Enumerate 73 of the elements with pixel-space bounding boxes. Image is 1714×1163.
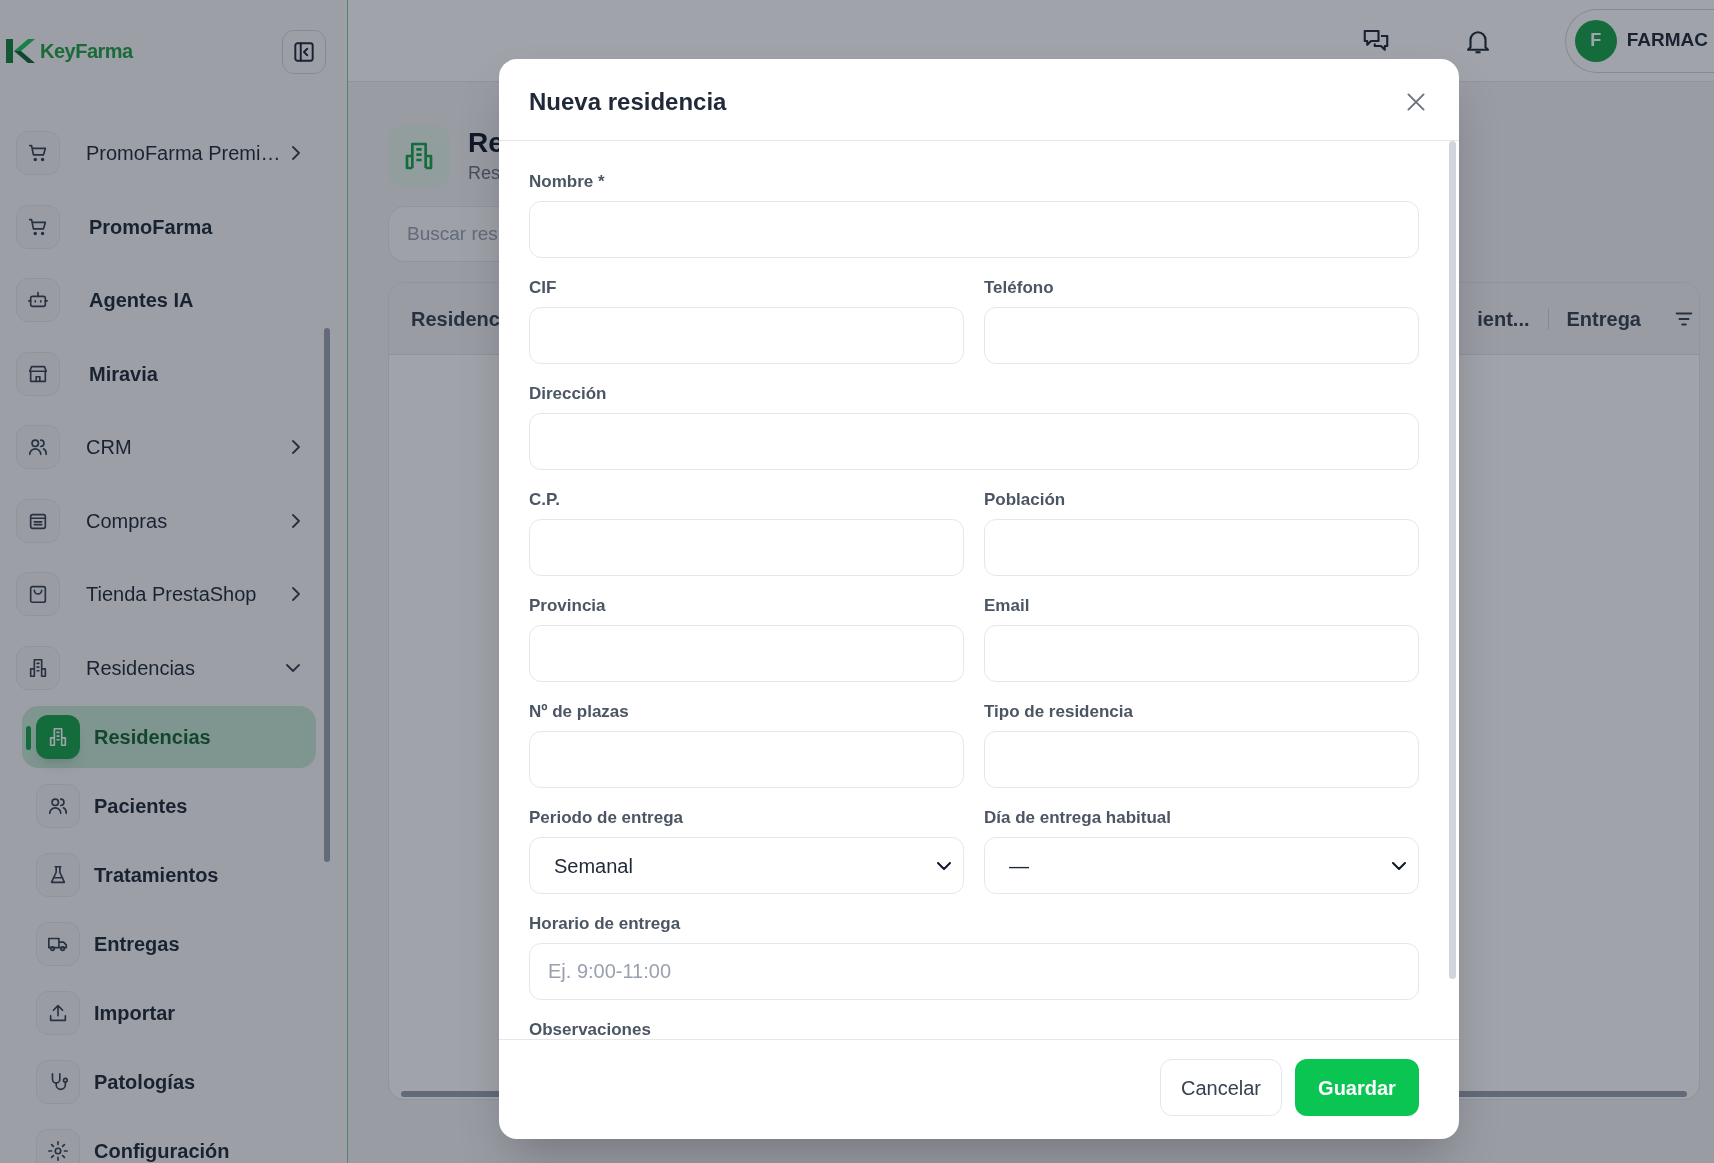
page-icon bbox=[388, 125, 450, 187]
archive-icon bbox=[16, 498, 60, 543]
users-icon bbox=[16, 425, 60, 469]
active-indicator bbox=[26, 726, 31, 750]
input-field[interactable] bbox=[984, 519, 1419, 576]
sidebar-item[interactable]: Tienda PrestaShop bbox=[16, 572, 316, 616]
column-header: Entrega bbox=[1566, 306, 1641, 332]
input-field[interactable] bbox=[529, 413, 1419, 470]
collapse-sidebar-button[interactable] bbox=[282, 30, 326, 74]
field-label: Periodo de entrega bbox=[529, 807, 684, 829]
field-label: C.P. bbox=[529, 489, 561, 511]
select-field[interactable]: — bbox=[984, 837, 1419, 894]
sidebar-item[interactable]: PromoFarma Premi… bbox=[16, 131, 316, 175]
field-label: Observaciones bbox=[529, 1019, 652, 1039]
select-field[interactable]: Semanal bbox=[529, 837, 964, 894]
sidebar-subitem[interactable]: Pacientes bbox=[22, 775, 316, 837]
truck-icon bbox=[36, 922, 80, 966]
input-field[interactable] bbox=[529, 625, 964, 682]
field-label: Email bbox=[984, 595, 1031, 617]
building-icon bbox=[16, 645, 60, 690]
field-label: CIF bbox=[529, 277, 558, 299]
input-field[interactable] bbox=[529, 307, 964, 364]
sidebar-subitem[interactable]: Entregas bbox=[22, 913, 316, 975]
field-label: Tipo de residencia bbox=[984, 701, 1134, 723]
column-header: ient... bbox=[1477, 306, 1530, 332]
user-menu[interactable]: F FARMAC bbox=[1564, 8, 1714, 73]
scrollbar-thumb[interactable] bbox=[1449, 141, 1456, 979]
field-label: Día de entrega habitual bbox=[984, 807, 1173, 829]
chevron-down-icon bbox=[937, 861, 951, 870]
robot-icon bbox=[16, 278, 60, 322]
sidebar-subitem[interactable]: Residencias bbox=[22, 706, 316, 768]
sidebar-item[interactable]: PromoFarma bbox=[16, 204, 316, 249]
sidebar-subitem[interactable]: Importar bbox=[22, 982, 316, 1044]
field-label: Teléfono bbox=[984, 277, 1055, 299]
chevron-down-icon bbox=[1392, 861, 1406, 870]
page-subtitle: Res bbox=[468, 161, 501, 185]
input-field[interactable] bbox=[529, 519, 964, 576]
input-field[interactable] bbox=[529, 201, 1419, 258]
input-field[interactable]: Ej. 9:00-11:00 bbox=[529, 943, 1419, 1000]
field-label: Dirección bbox=[529, 383, 608, 405]
input-field[interactable] bbox=[984, 731, 1419, 788]
users-icon bbox=[36, 784, 80, 828]
sidebar-subitem[interactable]: Tratamientos bbox=[22, 844, 316, 906]
sidebar-subitem[interactable]: Patologías bbox=[22, 1051, 316, 1113]
sidebar-toggle-icon bbox=[291, 39, 317, 65]
input-field[interactable] bbox=[984, 307, 1419, 364]
building-icon bbox=[36, 715, 80, 759]
field-label: Provincia bbox=[529, 595, 607, 617]
stethoscope-icon bbox=[36, 1060, 80, 1104]
field-label: Horario de entrega bbox=[529, 913, 682, 935]
cart-icon bbox=[16, 204, 60, 249]
upload-icon bbox=[36, 991, 80, 1035]
user-name: FARMAC bbox=[1626, 28, 1708, 53]
sidebar-item[interactable]: CRM bbox=[16, 425, 316, 469]
field-label: Nº de plazas bbox=[529, 701, 630, 723]
column-header: Residenc bbox=[411, 306, 500, 332]
field-label: Población bbox=[984, 489, 1067, 511]
modal-title: Nueva residencia bbox=[529, 86, 727, 117]
user-avatar: F bbox=[1574, 19, 1617, 62]
input-field[interactable] bbox=[529, 731, 964, 788]
sidebar-scrollbar[interactable] bbox=[324, 328, 330, 862]
sidebar-subitem[interactable]: Configuración bbox=[22, 1120, 316, 1163]
shopping-bag-icon bbox=[16, 572, 60, 616]
sidebar-item[interactable]: Agentes IA bbox=[16, 278, 316, 322]
storefront-icon bbox=[16, 351, 60, 396]
input-field[interactable] bbox=[984, 625, 1419, 682]
sidebar-item[interactable]: Miravia bbox=[16, 351, 316, 396]
cancel-button[interactable]: Cancelar bbox=[1160, 1059, 1282, 1116]
field-label: Nombre * bbox=[529, 171, 606, 193]
sidebar-item[interactable]: Compras bbox=[16, 498, 316, 543]
sidebar-item[interactable]: Residencias bbox=[16, 645, 316, 690]
flask-icon bbox=[36, 853, 80, 897]
cart-icon bbox=[16, 131, 60, 175]
